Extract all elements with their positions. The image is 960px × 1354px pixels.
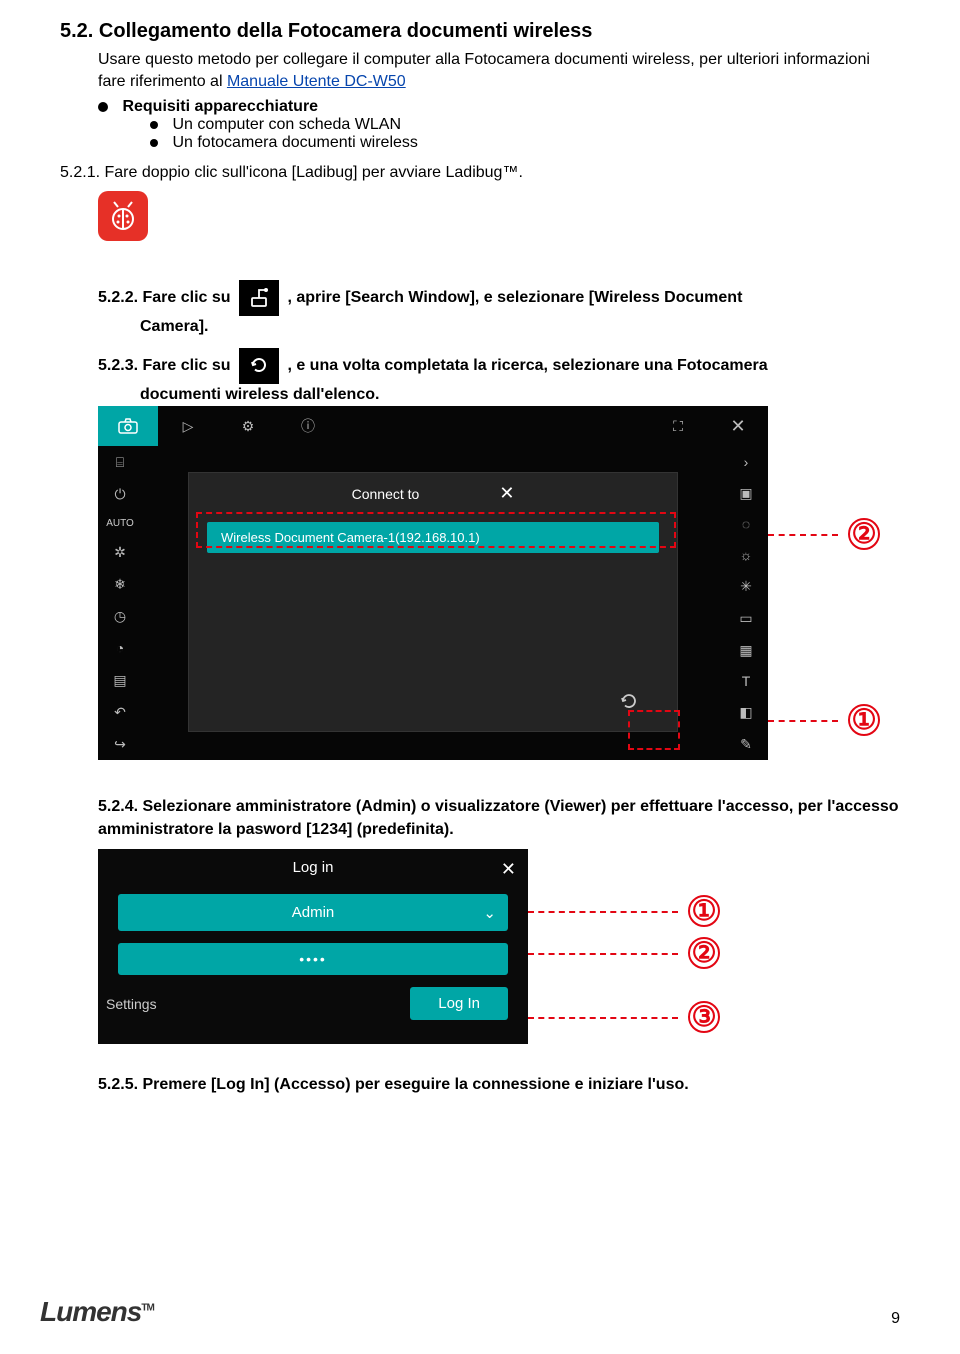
chevron-right-icon[interactable]: › [744,454,749,470]
left-toolbar: ⌸ ⏻ AUTO ✲ ❄ ◷ ◔ ▤ ↶ ↪ [98,446,142,760]
camera-tool-icon [239,280,279,316]
step-521: 5.2.1. Fare doppio clic sull'icona [Ladi… [60,162,900,184]
intro-text: Usare questo metodo per collegare il com… [98,51,870,90]
text-icon[interactable]: T [742,673,751,689]
requirement-item: Un computer con scheda WLAN [150,116,900,134]
tab-play[interactable]: ▷ [158,406,218,446]
layers-icon[interactable]: ▤ [113,672,126,689]
manual-link[interactable]: Manuale Utente DC-W50 [227,73,406,90]
requirements-label: Requisiti apparecchiature [122,98,318,115]
doccam-icon[interactable]: ⌸ [116,454,124,471]
step-523-text-b: , e una volta completata la ricerca, sel… [287,357,767,374]
login-title: Log in [293,859,334,876]
requirements-heading: Requisiti apparecchiature [98,98,900,116]
brand-name: Lumens [40,1296,141,1327]
bullet-icon [98,102,108,112]
connect-dialog: Connect to ✕ Wireless Document Camera-1(… [188,472,678,732]
refresh-tool-icon [239,348,279,384]
callout-line [528,911,678,913]
section-number: 5.2. [60,20,93,42]
step-522-text-a: 5.2.2. Fare clic su [98,289,231,306]
step-522-text-b: , aprire [Search Window], e selezionare … [287,289,742,306]
bullet-icon [150,121,158,129]
gear-icon[interactable]: ✲ [114,544,126,561]
section-title-text: Collegamento della Fotocamera documenti … [99,20,592,42]
auto-label[interactable]: AUTO [106,518,134,529]
eraser-icon[interactable]: ◧ [739,704,752,721]
role-select[interactable]: Admin ⌄ [118,894,508,931]
page-footer: LumensTM 9 [40,1296,900,1328]
callout-number-3: ③ [688,1001,720,1033]
step-522: 5.2.2. Fare clic su , aprire [Search Win… [98,280,900,338]
tab-camera[interactable] [98,406,158,446]
step-523-cont: documenti wireless dall'elenco. [140,386,379,403]
highlight-box-refresh [628,710,680,750]
page-number: 9 [891,1310,900,1328]
login-dialog-screenshot: Log in ✕ Admin ⌄ •••• Settings Log In ① … [98,849,900,1044]
callout-number-2: ② [688,937,720,969]
login-header: Log in ✕ [98,853,528,882]
trademark: TM [141,1303,153,1314]
dialog-title: Connect to [352,486,420,502]
requirement-text: Un fotocamera documenti wireless [172,134,417,151]
case-icon[interactable]: ▭ [739,610,752,627]
timer-icon[interactable]: ◷ [114,608,126,625]
chevron-down-icon: ⌄ [483,904,496,922]
tab-info[interactable]: ⓘ [278,406,338,446]
undo-icon[interactable]: ↶ [114,704,126,721]
settings-link[interactable]: Settings [106,996,157,1012]
close-icon[interactable]: ✕ [501,859,516,880]
section-intro: Usare questo metodo per collegare il com… [98,49,900,92]
brightness-icon[interactable]: ✳ [740,578,752,595]
step-525-text: 5.2.5. Premere [Log In] (Accesso) per es… [98,1076,689,1093]
bullet-icon [150,139,158,147]
connect-dialog-screenshot: ▷ ⚙ ⓘ ⛶ ✕ ⌸ ⏻ AUTO ✲ ❄ ◷ ◔ ▤ ↶ ↪ › ▣ ◌ ☼… [98,406,900,760]
step-521-text: 5.2.1. Fare doppio clic sull'icona [Ladi… [60,164,523,181]
step-522-indent: Camera]. [140,318,208,335]
highlight-box-device [196,512,676,548]
callout-number-1: ① [848,704,880,736]
step-524: 5.2.4. Selezionare amministratore (Admin… [98,796,900,841]
bulb-icon[interactable]: ◌ [742,516,750,532]
requirement-item: Un fotocamera documenti wireless [150,134,900,152]
callout-number-2: ② [848,518,880,550]
close-icon[interactable]: ✕ [499,483,514,504]
power-icon[interactable]: ⏻ [114,486,125,503]
right-toolbar: › ▣ ◌ ☼ ✳ ▭ ▦ T ◧ ✎ [724,446,768,760]
callout-line [768,534,838,536]
ladibug-app-icon [98,191,148,241]
exit-icon[interactable]: ↪ [114,736,126,753]
app-topbar: ▷ ⚙ ⓘ ⛶ ✕ [98,406,768,446]
close-icon[interactable]: ✕ [708,406,768,446]
pen-icon[interactable]: ✎ [740,736,752,753]
callout-line [528,953,678,955]
expand-icon[interactable]: ⛶ [648,406,708,446]
role-value: Admin [132,904,494,921]
brand-logo: LumensTM [40,1296,154,1328]
freeze-icon[interactable]: ❄ [114,576,126,593]
password-input[interactable]: •••• [118,943,508,975]
tab-settings[interactable]: ⚙ [218,406,278,446]
requirement-text: Un computer con scheda WLAN [172,116,401,133]
callout-number-1: ① [688,895,720,927]
step-523-text-a: 5.2.3. Fare clic su [98,357,231,374]
callout-line [768,720,838,722]
annotation-icon[interactable]: ▦ [739,642,752,659]
snapshot-icon[interactable]: ▣ [739,485,752,502]
step-523: 5.2.3. Fare clic su , e una volta comple… [98,348,900,406]
step-524-text: 5.2.4. Selezionare amministratore (Admin… [98,798,899,837]
palette-icon[interactable]: ◔ [116,640,124,656]
section-heading: 5.2. Collegamento della Fotocamera docum… [60,20,900,43]
login-button[interactable]: Log In [410,987,508,1020]
sun-icon[interactable]: ☼ [740,547,753,563]
callout-line [528,1017,678,1019]
step-525: 5.2.5. Premere [Log In] (Accesso) per es… [98,1074,900,1096]
